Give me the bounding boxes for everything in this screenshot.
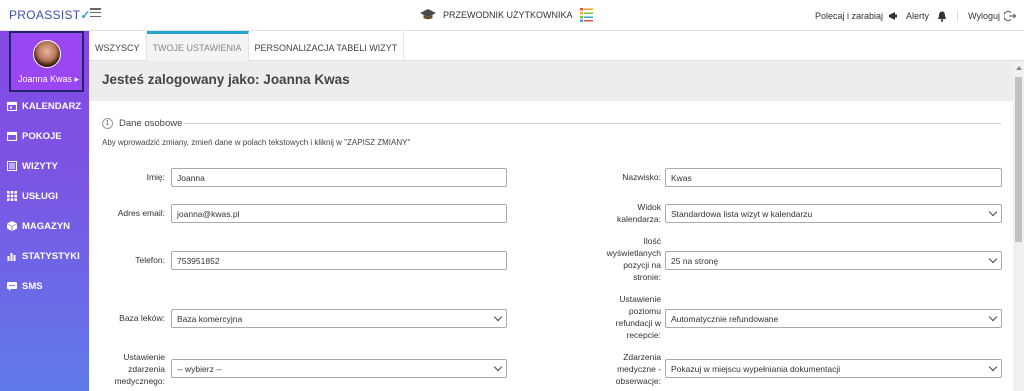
menu-toggle-icon[interactable] xyxy=(90,8,101,18)
tab-personalizacja[interactable]: PERSONALIZACJA TABELI WIZYT xyxy=(249,31,405,61)
calendar-icon xyxy=(7,101,17,111)
drug-db-label: Baza leków: xyxy=(119,313,165,323)
guide-label: PRZEWODNIK UŻYTKOWNIKA xyxy=(443,10,573,20)
rooms-icon xyxy=(7,131,17,141)
last-name-input[interactable]: Kwas xyxy=(665,168,1002,187)
chevron-down-icon xyxy=(988,312,998,322)
calendar-view-select[interactable]: Standardowa lista wizyt w kalendarzu xyxy=(665,204,1002,223)
first-name-label: Imię: xyxy=(146,172,165,182)
profile-name: Joanna Kwas ▸ xyxy=(17,74,80,84)
settings-panel: 1 Dane osobowe Aby wprowadzić zmiany, zm… xyxy=(89,101,1013,391)
page-title: Jesteś zalogowany jako: Joanna Kwas xyxy=(102,72,350,87)
page-header: Jesteś zalogowany jako: Joanna Kwas xyxy=(89,61,1013,101)
phone-label: Telefon: xyxy=(135,255,165,265)
chevron-down-icon xyxy=(493,312,503,322)
medical-observations-label: Zdarzenia medyczne - obserwacje: xyxy=(615,352,661,386)
chevron-down-icon xyxy=(988,362,998,372)
sidebar-item-pokoje[interactable]: POKOJE xyxy=(0,121,89,151)
medical-observations-select[interactable]: Pokazuj w miejscu wypełniania dokumentac… xyxy=(665,359,1002,378)
logout-icon[interactable] xyxy=(1004,10,1016,22)
section-title: Dane osobowe xyxy=(119,118,183,129)
recommend-link[interactable]: Polecaj i zarabiaj xyxy=(815,11,883,21)
alerts-link[interactable]: Alerty xyxy=(906,11,929,21)
section-number: 1 xyxy=(102,118,113,129)
sidebar-item-kalendarz[interactable]: KALENDARZ xyxy=(0,91,89,121)
sidebar-item-wizyty[interactable]: WIZYTY xyxy=(0,151,89,181)
calendar-view-label: Widok kalendarza: xyxy=(617,202,661,224)
grid-icon xyxy=(7,191,17,201)
visits-icon xyxy=(7,161,17,171)
tab-wszyscy[interactable]: WSZYSCY xyxy=(89,31,147,61)
top-bar: PROASSIST✓ PRZEWODNIK UŻYTKOWNIKA Poleca… xyxy=(0,0,1024,31)
chevron-down-icon xyxy=(988,254,998,264)
chevron-down-icon xyxy=(493,362,503,372)
logo[interactable]: PROASSIST✓ xyxy=(9,8,91,22)
chevron-down-icon xyxy=(988,207,998,217)
graduation-cap-icon xyxy=(420,9,436,20)
megaphone-icon[interactable] xyxy=(888,11,900,21)
sidebar: Joanna Kwas ▸ KALENDARZ POKOJE WIZYTY US… xyxy=(0,31,89,391)
instruction-text: Aby wprowadzić zmiany, zmień dane w pola… xyxy=(102,138,411,147)
scrollbar-thumb[interactable] xyxy=(1015,77,1022,242)
first-name-input[interactable]: Joanna xyxy=(171,168,507,187)
sidebar-item-sms[interactable]: SMS xyxy=(0,271,89,301)
box-icon xyxy=(7,221,17,231)
user-guide-link[interactable]: PRZEWODNIK UŻYTKOWNIKA xyxy=(420,8,593,22)
sidebar-item-statystyki[interactable]: STATYSTYKI xyxy=(0,241,89,271)
refund-level-select[interactable]: Automatycznie refundowane xyxy=(665,309,1002,328)
tab-twoje-ustawienia[interactable]: TWOJE USTAWIENIA xyxy=(146,31,249,61)
page-scrollbar[interactable] xyxy=(1013,61,1024,391)
main-content: Jesteś zalogowany jako: Joanna Kwas 1 Da… xyxy=(89,61,1013,391)
items-per-page-label: Ilość wyświetlanych pozycji na stronie: xyxy=(606,236,661,282)
email-input[interactable]: joanna@kwas.pl xyxy=(171,204,507,223)
logout-link[interactable]: Wyloguj xyxy=(968,11,1000,21)
avatar xyxy=(33,40,61,68)
checklist-icon xyxy=(579,8,593,22)
phone-input[interactable]: 753951852 xyxy=(171,251,507,270)
items-per-page-select[interactable]: 25 na stronę xyxy=(665,251,1002,270)
section-divider xyxy=(184,123,1001,124)
divider xyxy=(957,10,959,22)
bar-chart-icon xyxy=(7,253,16,261)
refund-level-label: Ustawienie poziomu refundacji w recepcie: xyxy=(615,294,661,340)
top-right-actions: Polecaj i zarabiaj Alerty Wyloguj xyxy=(815,10,1016,22)
scroll-up-icon[interactable] xyxy=(1016,66,1022,70)
user-profile-card[interactable]: Joanna Kwas ▸ xyxy=(9,31,84,92)
last-name-label: Nazwisko: xyxy=(622,172,661,182)
drug-db-select[interactable]: Baza komercyjna xyxy=(171,309,507,328)
sms-icon xyxy=(7,282,17,291)
tab-bar: WSZYSCY TWOJE USTAWIENIA PERSONALIZACJA … xyxy=(89,31,1024,61)
medical-event-select[interactable]: -- wybierz -- xyxy=(171,359,507,378)
bell-icon[interactable] xyxy=(937,11,947,22)
sidebar-item-uslugi[interactable]: USŁUGI xyxy=(0,181,89,211)
email-label: Adres email: xyxy=(117,208,165,218)
medical-event-label: Ustawienie zdarzenia medycznego: xyxy=(114,352,165,386)
sidebar-item-magazyn[interactable]: MAGAZYN xyxy=(0,211,89,241)
